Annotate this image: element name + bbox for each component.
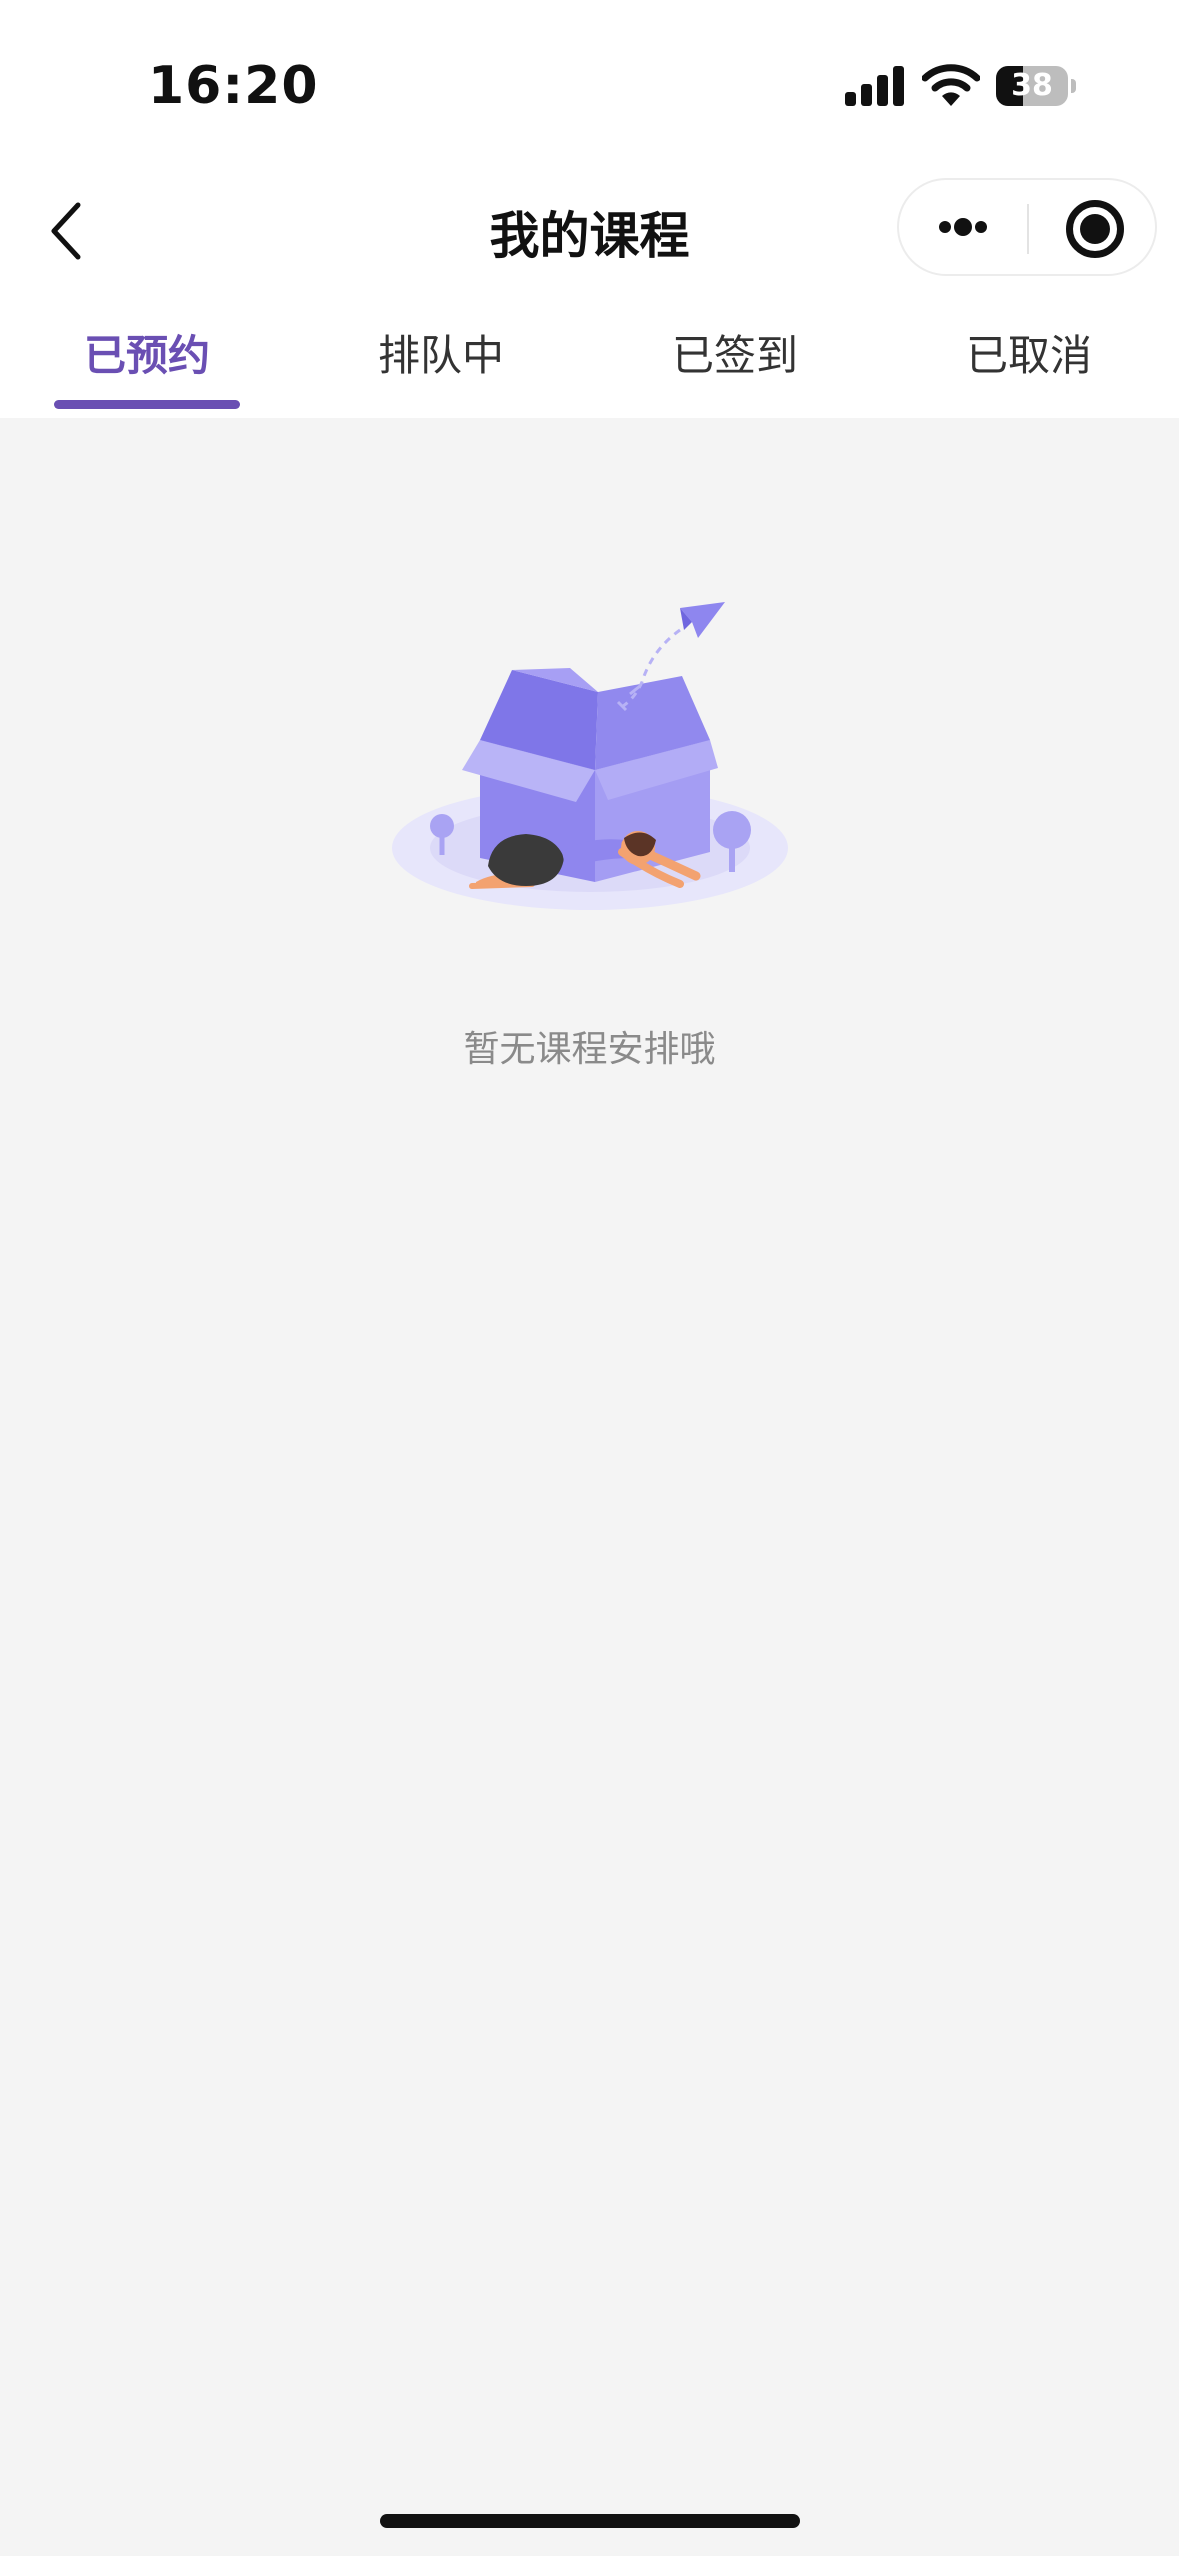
battery-percent: 38 bbox=[1011, 68, 1053, 103]
cellular-signal-icon bbox=[845, 66, 905, 106]
battery-icon: 38 bbox=[996, 66, 1076, 106]
tab-cancelled[interactable]: 已取消 bbox=[882, 322, 1176, 383]
tab-checked-in[interactable]: 已签到 bbox=[588, 322, 882, 383]
empty-box-illustration bbox=[392, 602, 788, 910]
home-indicator bbox=[380, 2514, 800, 2528]
more-button[interactable] bbox=[899, 180, 1027, 274]
wifi-icon bbox=[922, 64, 980, 106]
tab-queued[interactable]: 排队中 bbox=[294, 322, 588, 383]
more-dots-icon bbox=[939, 221, 951, 233]
status-time: 16:20 bbox=[148, 56, 319, 116]
close-miniprogram-button[interactable] bbox=[1029, 180, 1157, 274]
miniprogram-capsule bbox=[897, 178, 1157, 276]
active-tab-indicator bbox=[54, 400, 240, 409]
empty-state-message: 暂无课程安排哦 bbox=[463, 1029, 716, 1070]
tab-booked[interactable]: 已预约 bbox=[0, 322, 294, 383]
